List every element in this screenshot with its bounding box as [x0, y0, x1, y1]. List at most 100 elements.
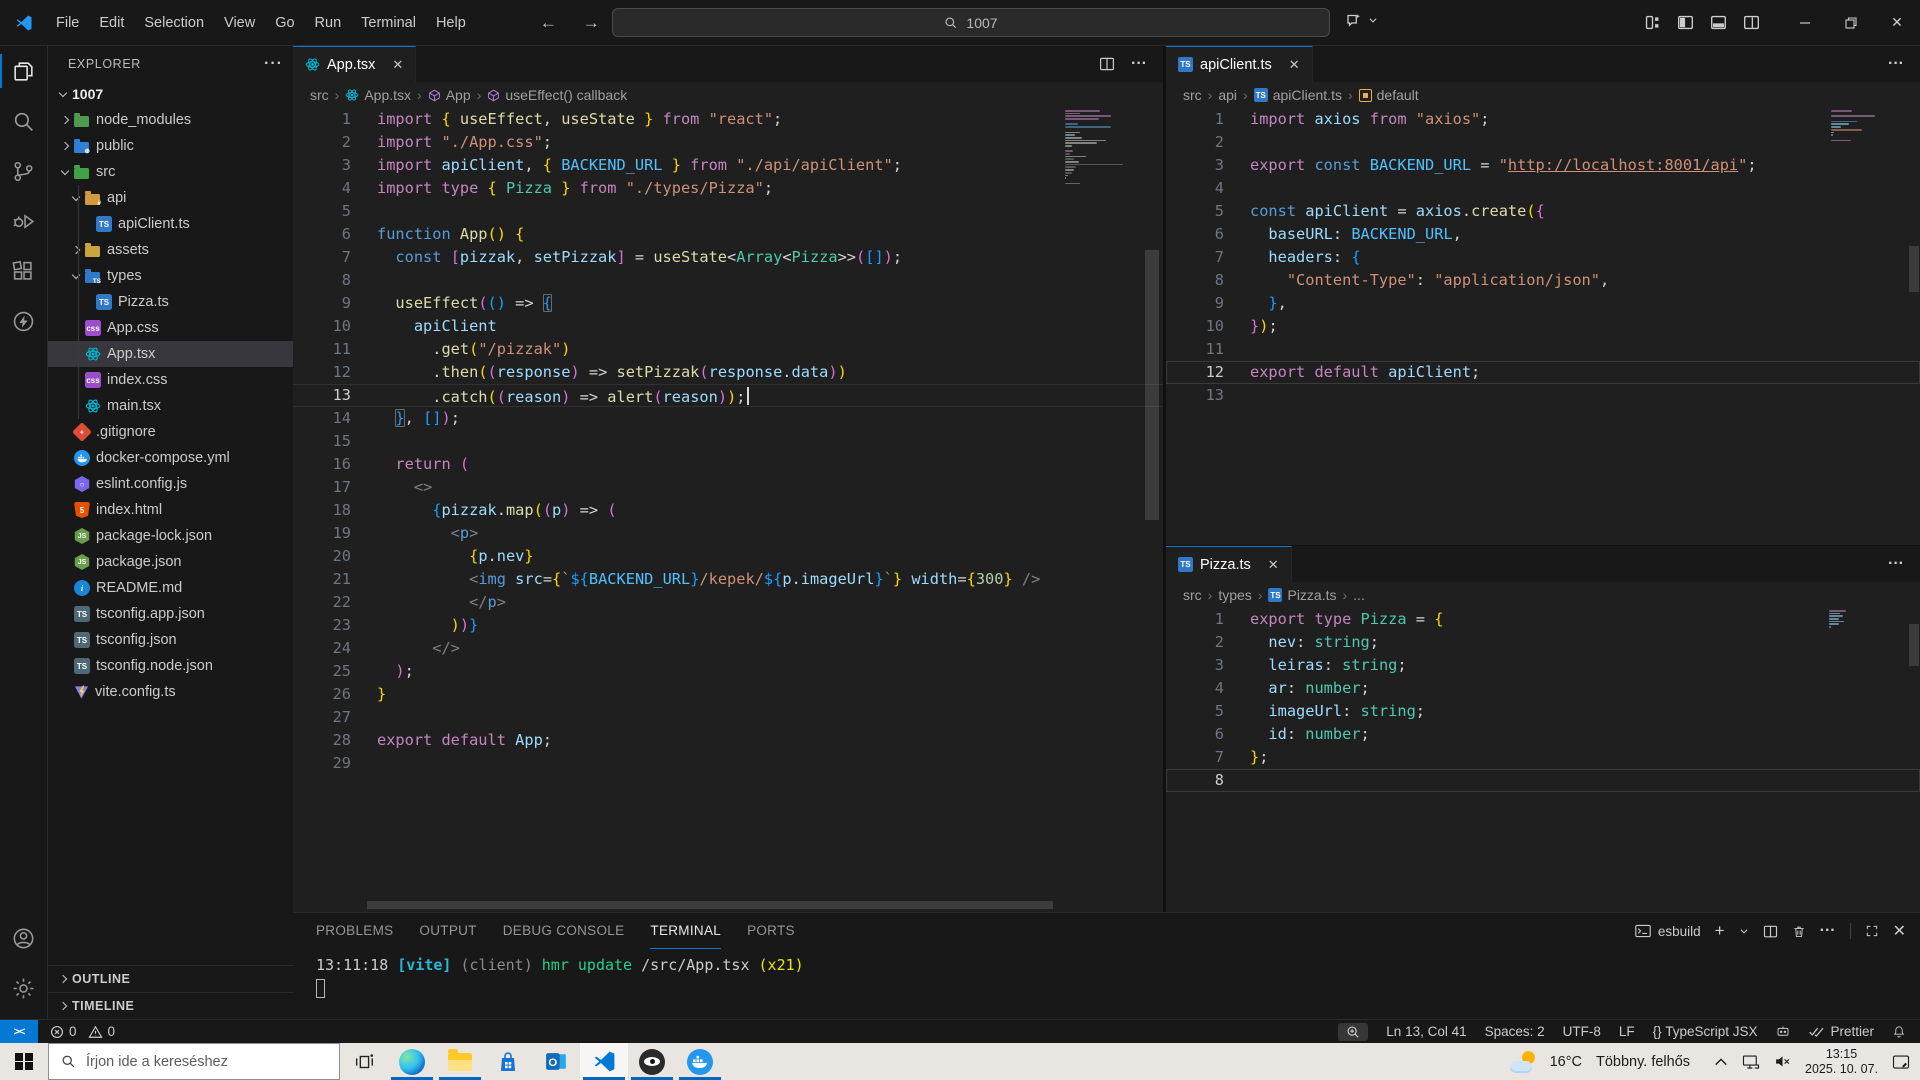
code-line-5[interactable]: 5const apiClient = axios.create({	[1166, 200, 1920, 223]
restore-button[interactable]	[1828, 0, 1874, 45]
breadcrumb-apiclient-ts[interactable]: TSapiClient.ts	[1254, 87, 1342, 103]
search-icon[interactable]	[0, 96, 48, 146]
taskbar-file-explorer[interactable]	[436, 1043, 484, 1080]
menu-run[interactable]: Run	[305, 15, 352, 31]
code-line-3[interactable]: 3import apiClient, { BACKEND_URL } from …	[293, 154, 1163, 177]
terminal[interactable]: 13:11:18 [vite] (client) hmr update /src…	[293, 949, 1920, 998]
tree-item-src[interactable]: src	[48, 159, 293, 185]
code-line-10[interactable]: 10});	[1166, 315, 1920, 338]
code-line-14[interactable]: 14 }, []);	[293, 407, 1163, 430]
code-line-4[interactable]: 4 ar: number;	[1166, 677, 1920, 700]
breadcrumb-src[interactable]: src	[1183, 587, 1202, 603]
formatter-status[interactable]: Prettier	[1809, 1024, 1874, 1039]
menu-terminal[interactable]: Terminal	[351, 15, 426, 31]
menu-file[interactable]: File	[46, 15, 89, 31]
horizontal-scrollbar[interactable]	[367, 901, 1053, 909]
notifications-bell-icon[interactable]	[1892, 1024, 1906, 1039]
code-line-5[interactable]: 5 imageUrl: string;	[1166, 700, 1920, 723]
code-line-10[interactable]: 10 apiClient	[293, 315, 1163, 338]
tree-item-tsconfig-node-json[interactable]: TStsconfig.node.json	[48, 653, 293, 679]
code-line-5[interactable]: 5	[293, 200, 1163, 223]
menu-selection[interactable]: Selection	[134, 15, 214, 31]
toggle-secondary-sidebar-icon[interactable]	[1743, 14, 1760, 31]
code-line-2[interactable]: 2 nev: string;	[1166, 631, 1920, 654]
tree-item-vite-config-ts[interactable]: vite.config.ts	[48, 679, 293, 705]
vertical-scrollbar[interactable]	[1909, 246, 1919, 292]
breadcrumb-src[interactable]: src	[310, 87, 329, 103]
thunder-client-icon[interactable]	[0, 296, 48, 346]
panel-tab-terminal[interactable]: TERMINAL	[650, 913, 721, 949]
tree-item-package-lock-json[interactable]: JSpackage-lock.json	[48, 523, 293, 549]
code-line-22[interactable]: 22 </p>	[293, 591, 1163, 614]
code-line-3[interactable]: 3 leiras: string;	[1166, 654, 1920, 677]
code-line-9[interactable]: 9 useEffect(() => {	[293, 292, 1163, 315]
code-line-17[interactable]: 17 <>	[293, 476, 1163, 499]
breadcrumb-pizza-ts[interactable]: TSPizza.ts	[1268, 587, 1336, 603]
language-mode[interactable]: {} TypeScript JSX	[1653, 1024, 1758, 1039]
command-center-search[interactable]: 1007	[612, 8, 1330, 37]
code-line-8[interactable]: 8	[293, 269, 1163, 292]
tree-item-api[interactable]: #api	[48, 185, 293, 211]
tree-item-assets[interactable]: assets	[48, 237, 293, 263]
kill-terminal-trash-icon[interactable]	[1792, 924, 1806, 939]
indentation[interactable]: Spaces: 2	[1485, 1024, 1545, 1039]
section-timeline[interactable]: TIMELINE	[48, 992, 293, 1019]
code-line-16[interactable]: 16 return (	[293, 453, 1163, 476]
vertical-scrollbar[interactable]	[1909, 624, 1919, 666]
toggle-panel-icon[interactable]	[1710, 14, 1727, 31]
split-terminal-icon[interactable]	[1763, 924, 1778, 939]
close-panel-icon[interactable]: ✕	[1893, 921, 1906, 941]
code-editor-apiclient[interactable]: 1import axios from "axios";23export cons…	[1166, 108, 1920, 545]
maximize-panel-icon[interactable]	[1865, 924, 1879, 938]
zoom-indicator-icon[interactable]	[1338, 1023, 1368, 1041]
close-button[interactable]: ✕	[1874, 0, 1920, 45]
source-control-icon[interactable]	[0, 146, 48, 196]
code-line-1[interactable]: 1import { useEffect, useState } from "re…	[293, 108, 1163, 131]
taskbar-eye-app[interactable]	[628, 1043, 676, 1080]
forward-icon[interactable]: →	[583, 13, 600, 33]
settings-gear-icon[interactable]	[0, 963, 48, 1013]
tree-item-tsconfig-json[interactable]: TStsconfig.json	[48, 627, 293, 653]
remote-indicator[interactable]: ><	[0, 1020, 38, 1043]
back-icon[interactable]: ←	[540, 13, 557, 33]
editor-actions-icon[interactable]: ···	[1888, 555, 1904, 573]
copilot-button[interactable]	[1345, 11, 1378, 29]
panel-tab-output[interactable]: OUTPUT	[419, 913, 476, 949]
code-line-28[interactable]: 28export default App;	[293, 729, 1163, 752]
minimap[interactable]	[1831, 110, 1877, 145]
error-count[interactable]: 0	[69, 1024, 77, 1039]
breadcrumbs[interactable]: src›App.tsx›App›useEffect() callback	[293, 82, 1163, 108]
taskbar-store[interactable]	[484, 1043, 532, 1080]
breadcrumb-src[interactable]: src	[1183, 87, 1202, 103]
code-line-13[interactable]: 13 .catch((reason) => alert(reason));	[293, 384, 1163, 407]
panel-more-actions-icon[interactable]: ···	[1820, 922, 1836, 940]
accounts-icon[interactable]	[0, 913, 48, 963]
code-line-7[interactable]: 7};	[1166, 746, 1920, 769]
breadcrumb--[interactable]: ...	[1353, 587, 1365, 603]
extensions-icon[interactable]	[0, 246, 48, 296]
customize-layout-icon[interactable]	[1644, 14, 1661, 31]
terminal-dropdown-icon[interactable]	[1739, 926, 1749, 936]
code-line-7[interactable]: 7 const [pizzak, setPizzak] = useState<A…	[293, 246, 1163, 269]
taskbar-clock[interactable]: 13:15 2025. 10. 07.	[1805, 1047, 1878, 1077]
run-and-debug-icon[interactable]	[0, 196, 48, 246]
code-line-12[interactable]: 12export default apiClient;	[1166, 361, 1920, 384]
explorer-icon[interactable]	[0, 46, 48, 96]
panel-tab-debug-console[interactable]: DEBUG CONSOLE	[503, 913, 625, 949]
code-line-24[interactable]: 24 </>	[293, 637, 1163, 660]
explorer-actions-icon[interactable]: ···	[264, 55, 283, 73]
tree-item-app-tsx[interactable]: App.tsx	[48, 341, 293, 367]
split-editor-icon[interactable]	[1099, 56, 1115, 72]
tab-close-icon[interactable]: ✕	[1268, 557, 1279, 573]
tree-item-public[interactable]: ⊕public	[48, 133, 293, 159]
tab-apiclient-ts[interactable]: TS apiClient.ts ✕	[1166, 46, 1313, 82]
menu-edit[interactable]: Edit	[89, 15, 134, 31]
code-line-25[interactable]: 25 );	[293, 660, 1163, 683]
warning-count[interactable]: 0	[108, 1024, 116, 1039]
taskbar-edge[interactable]	[388, 1043, 436, 1080]
taskbar-search[interactable]: Írjon ide a kereséshez	[48, 1043, 340, 1080]
tree-item-index-html[interactable]: 5index.html	[48, 497, 293, 523]
tab-app-tsx[interactable]: App.tsx ✕	[293, 46, 416, 82]
code-line-4[interactable]: 4import type { Pizza } from "./types/Piz…	[293, 177, 1163, 200]
code-line-12[interactable]: 12 .then((response) => setPizzak(respons…	[293, 361, 1163, 384]
